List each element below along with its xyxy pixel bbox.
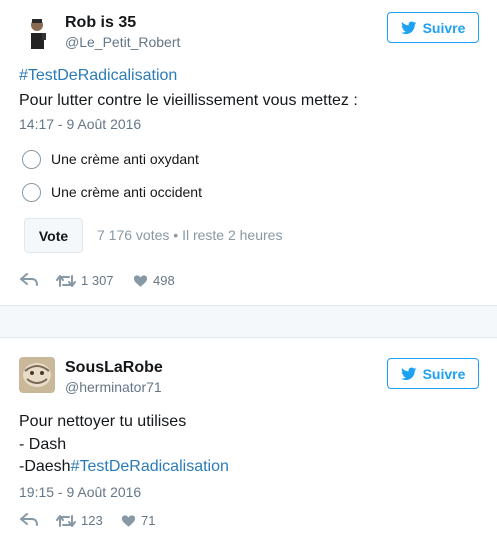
like-button[interactable]: 71 <box>121 513 155 528</box>
hashtag[interactable]: #TestDeRadicalisation <box>19 67 177 84</box>
tweet-timestamp[interactable]: 14:17 - 9 Août 2016 <box>19 116 141 132</box>
like-count: 498 <box>153 273 175 288</box>
hashtag[interactable]: #TestDeRadicalisation <box>71 458 229 475</box>
twitter-bird-icon <box>400 367 416 380</box>
tweet-card: Rob is 35 @Le_Petit_Robert Suivre #TestD… <box>0 0 497 306</box>
reply-icon <box>20 513 38 526</box>
retweet-button[interactable]: 123 <box>56 513 103 528</box>
twitter-bird-icon <box>400 21 416 34</box>
reply-button[interactable] <box>20 273 43 287</box>
hashtag-link[interactable]: #TestDeRadicalisation <box>19 65 177 87</box>
tweet-timestamp[interactable]: 19:15 - 9 Août 2016 <box>19 484 141 500</box>
retweet-count: 1 307 <box>81 273 114 288</box>
heart-icon <box>133 274 148 287</box>
author-avatar[interactable] <box>19 13 55 49</box>
tweet-card: SousLaRobe @herminator71 Suivre Pour net… <box>0 339 497 544</box>
poll-option[interactable]: Une crème anti occident <box>22 180 202 204</box>
like-button[interactable]: 498 <box>133 273 175 288</box>
like-count: 71 <box>141 513 156 528</box>
tweet-text-line: - Dash <box>19 436 67 453</box>
retweet-button[interactable]: 1 307 <box>56 273 114 288</box>
reply-icon <box>20 273 38 286</box>
follow-button[interactable]: Suivre <box>387 358 479 389</box>
reply-button[interactable] <box>20 513 43 527</box>
author-avatar[interactable] <box>19 357 55 393</box>
author-handle[interactable]: @herminator71 <box>65 379 162 395</box>
radio-button[interactable] <box>22 182 41 202</box>
follow-label: Suivre <box>422 365 466 382</box>
retweet-icon <box>56 274 76 287</box>
tweet-separator <box>0 306 497 338</box>
heart-icon <box>121 514 136 527</box>
follow-button[interactable]: Suivre <box>387 12 479 43</box>
author-name[interactable]: Rob is 35 <box>65 14 136 32</box>
poll-option-label: Une crème anti occident <box>51 184 202 200</box>
vote-button[interactable]: Vote <box>24 218 83 253</box>
poll-meta: 7 176 votes • Il reste 2 heures <box>97 227 283 243</box>
tweet-text-line: Pour nettoyer tu utilises <box>19 413 187 430</box>
tweet-text: Pour lutter contre le vieillissement vou… <box>19 92 358 109</box>
author-handle[interactable]: @Le_Petit_Robert <box>65 34 180 50</box>
poll-option[interactable]: Une crème anti oxydant <box>22 147 199 171</box>
retweet-icon <box>56 514 76 527</box>
retweet-count: 123 <box>81 513 103 528</box>
follow-label: Suivre <box>422 19 466 36</box>
author-name[interactable]: SousLaRobe <box>65 359 163 377</box>
tweet-text-prefix: -Daesh <box>19 458 71 475</box>
radio-button[interactable] <box>22 149 41 169</box>
tweet-text-line: -Daesh#TestDeRadicalisation <box>19 456 229 478</box>
poll-option-label: Une crème anti oxydant <box>51 151 199 167</box>
